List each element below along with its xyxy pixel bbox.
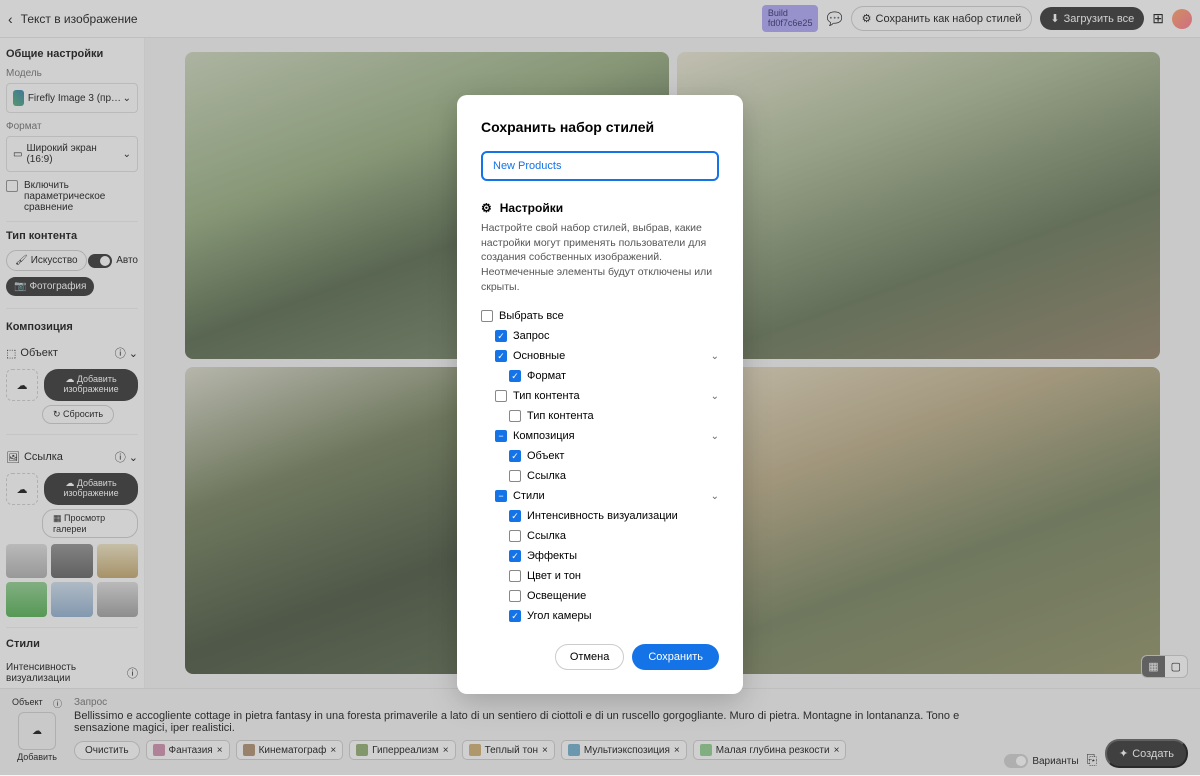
- modal-overlay[interactable]: Сохранить набор стилей ⚙ Настройки Настр…: [0, 0, 1200, 775]
- checkbox-minus-icon: −: [495, 490, 507, 502]
- lighting-row[interactable]: Освещение: [481, 586, 719, 606]
- checkbox-icon: [481, 310, 493, 322]
- camera-angle-row[interactable]: ✓Угол камеры: [481, 606, 719, 626]
- chevron-down-icon[interactable]: ⌄: [711, 391, 719, 402]
- select-all-row[interactable]: Выбрать все: [481, 306, 719, 326]
- checkbox-icon: [509, 410, 521, 422]
- checkbox-icon: [495, 390, 507, 402]
- checkbox-icon: ✓: [509, 510, 521, 522]
- settings-tree: Выбрать все ✓Запрос ✓Основные⌄ ✓Формат Т…: [481, 306, 719, 626]
- checkbox-icon: [509, 570, 521, 582]
- format-row[interactable]: ✓Формат: [481, 366, 719, 386]
- checkbox-icon: ✓: [509, 450, 521, 462]
- effects-row[interactable]: ✓Эффекты: [481, 546, 719, 566]
- modal-footer: Отмена Сохранить: [481, 644, 719, 670]
- basic-row[interactable]: ✓Основные⌄: [481, 346, 719, 366]
- checkbox-icon: [509, 590, 521, 602]
- checkbox-icon: ✓: [509, 610, 521, 622]
- object-row[interactable]: ✓Объект: [481, 446, 719, 466]
- request-row[interactable]: ✓Запрос: [481, 326, 719, 346]
- chevron-down-icon[interactable]: ⌄: [711, 431, 719, 442]
- checkbox-icon: ✓: [495, 330, 507, 342]
- chevron-down-icon[interactable]: ⌄: [711, 351, 719, 362]
- checkbox-icon: ✓: [495, 350, 507, 362]
- reference2-row[interactable]: Ссылка: [481, 526, 719, 546]
- chevron-down-icon[interactable]: ⌄: [711, 491, 719, 502]
- sliders-icon: ⚙: [481, 201, 492, 215]
- modal-title: Сохранить набор стилей: [481, 119, 719, 135]
- preset-name-input[interactable]: [481, 151, 719, 181]
- checkbox-icon: ✓: [509, 550, 521, 562]
- checkbox-icon: ✓: [509, 370, 521, 382]
- save-button[interactable]: Сохранить: [632, 644, 719, 670]
- color-tone-row[interactable]: Цвет и тон: [481, 566, 719, 586]
- reference-row[interactable]: Ссылка: [481, 466, 719, 486]
- settings-header: ⚙ Настройки: [481, 201, 719, 215]
- content-type-row[interactable]: Тип контента⌄: [481, 386, 719, 406]
- composition-row[interactable]: −Композиция⌄: [481, 426, 719, 446]
- checkbox-icon: [509, 470, 521, 482]
- styles-row[interactable]: −Стили⌄: [481, 486, 719, 506]
- settings-description: Настройте свой набор стилей, выбрав, как…: [481, 221, 719, 294]
- cancel-button[interactable]: Отмена: [555, 644, 624, 670]
- checkbox-minus-icon: −: [495, 430, 507, 442]
- checkbox-icon: [509, 530, 521, 542]
- intensity-row[interactable]: ✓Интенсивность визуализации: [481, 506, 719, 526]
- save-preset-modal: Сохранить набор стилей ⚙ Настройки Настр…: [457, 95, 743, 694]
- content-type-sub-row[interactable]: Тип контента: [481, 406, 719, 426]
